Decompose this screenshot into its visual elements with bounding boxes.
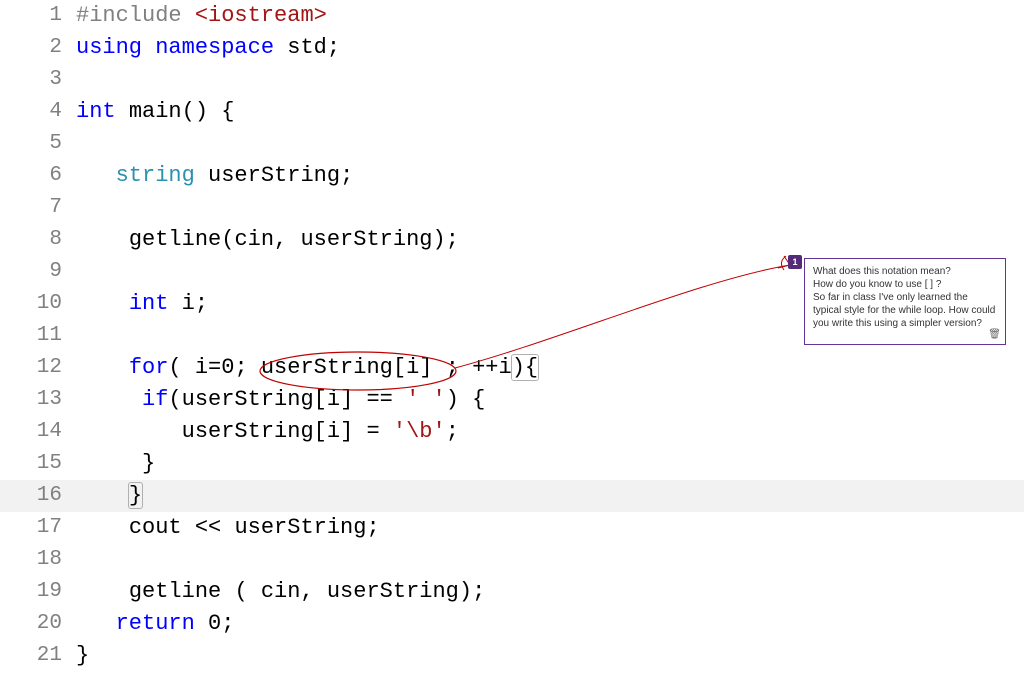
line-number: 17 <box>0 512 76 544</box>
code-content: int i; <box>76 288 208 320</box>
code-line[interactable]: 8 getline(cin, userString); <box>0 224 1024 256</box>
code-content: } <box>76 448 155 480</box>
line-number: 19 <box>0 576 76 608</box>
code-content: using namespace std; <box>76 32 340 64</box>
code-line[interactable]: 21 } <box>0 640 1024 672</box>
code-line[interactable]: 1 #include <iostream> <box>0 0 1024 32</box>
line-number: 15 <box>0 448 76 480</box>
line-number: 8 <box>0 224 76 256</box>
code-line[interactable]: 2 using namespace std; <box>0 32 1024 64</box>
line-number: 7 <box>0 192 76 224</box>
code-line[interactable]: 6 string userString; <box>0 160 1024 192</box>
code-line[interactable]: 5 <box>0 128 1024 160</box>
comment-text: How do you know to use [ ] ? <box>813 278 997 291</box>
code-content: string userString; <box>76 160 353 192</box>
code-line[interactable]: 20 return 0; <box>0 608 1024 640</box>
line-number: 14 <box>0 416 76 448</box>
code-content: return 0; <box>76 608 234 640</box>
code-content: } <box>76 640 89 672</box>
code-content: for( i=0; userString[i] ; ++i){ <box>76 352 538 384</box>
code-content: getline(cin, userString); <box>76 224 459 256</box>
code-line[interactable]: 3 <box>0 64 1024 96</box>
code-line[interactable]: 18 <box>0 544 1024 576</box>
code-line[interactable]: 17 cout << userString; <box>0 512 1024 544</box>
line-number: 13 <box>0 384 76 416</box>
code-content: cout << userString; <box>76 512 380 544</box>
line-number: 12 <box>0 352 76 384</box>
trash-icon[interactable]: 🗑 <box>988 328 1001 341</box>
line-number: 3 <box>0 64 76 96</box>
line-number: 2 <box>0 32 76 64</box>
code-content: getline ( cin, userString); <box>76 576 485 608</box>
code-line[interactable]: 12 for( i=0; userString[i] ; ++i){ <box>0 352 1024 384</box>
comment-text: What does this notation mean? <box>813 265 997 278</box>
line-number: 18 <box>0 544 76 576</box>
code-content: int main() { <box>76 96 234 128</box>
line-number: 16 <box>0 480 76 512</box>
line-number: 4 <box>0 96 76 128</box>
line-number: 11 <box>0 320 76 352</box>
line-number: 20 <box>0 608 76 640</box>
code-line[interactable]: 14 userString[i] = '\b'; <box>0 416 1024 448</box>
comment-text: So far in class I've only learned the ty… <box>813 291 997 330</box>
code-content: } <box>76 480 142 512</box>
code-line[interactable]: 15 } <box>0 448 1024 480</box>
line-number: 21 <box>0 640 76 672</box>
line-number: 10 <box>0 288 76 320</box>
line-number: 1 <box>0 0 76 32</box>
code-line-highlighted[interactable]: 16 } <box>0 480 1024 512</box>
line-number: 6 <box>0 160 76 192</box>
comment-badge: 1 <box>788 255 802 269</box>
comment-annotation[interactable]: 1 What does this notation mean? How do y… <box>804 258 1006 345</box>
code-line[interactable]: 19 getline ( cin, userString); <box>0 576 1024 608</box>
code-content: #include <iostream> <box>76 0 327 32</box>
line-number: 9 <box>0 256 76 288</box>
code-content: if(userString[i] == ' ') { <box>76 384 485 416</box>
code-content: userString[i] = '\b'; <box>76 416 459 448</box>
line-number: 5 <box>0 128 76 160</box>
code-line[interactable]: 4 int main() { <box>0 96 1024 128</box>
code-line[interactable]: 7 <box>0 192 1024 224</box>
code-line[interactable]: 13 if(userString[i] == ' ') { <box>0 384 1024 416</box>
